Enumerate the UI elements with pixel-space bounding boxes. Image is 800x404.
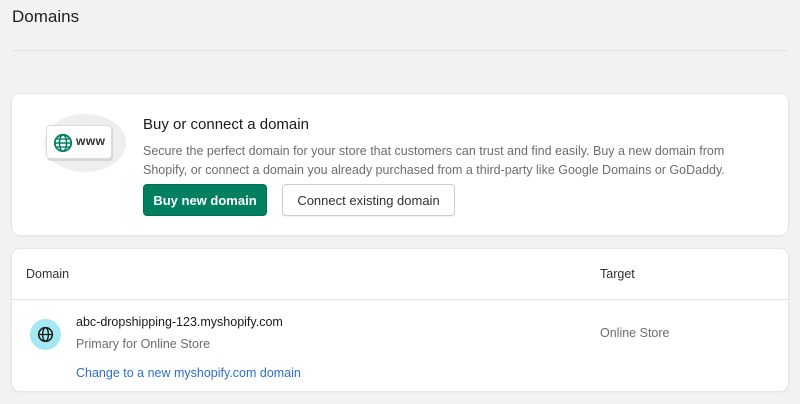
buy-new-domain-button[interactable]: Buy new domain [143, 184, 267, 216]
domain-illustration: www [44, 114, 126, 172]
globe-icon [37, 326, 54, 343]
table-header: Domain Target [12, 249, 788, 300]
domain-target: Online Store [600, 326, 670, 340]
connect-existing-domain-button[interactable]: Connect existing domain [282, 184, 455, 216]
buy-connect-domain-card: www Buy or connect a domain Secure the p… [12, 94, 788, 235]
www-label: www [76, 134, 106, 148]
page-title: Domains [12, 7, 80, 26]
www-badge: www [46, 125, 112, 159]
domains-table-card: Domain Target abc-dropshipping-123.mysho… [12, 249, 788, 391]
buy-card-title: Buy or connect a domain [143, 116, 309, 133]
change-myshopify-domain-link[interactable]: Change to a new myshopify.com domain [76, 366, 301, 380]
domain-name: abc-dropshipping-123.myshopify.com [76, 315, 283, 329]
domain-subtitle: Primary for Online Store [76, 337, 211, 351]
page-header: Domains [12, 0, 788, 51]
column-header-domain: Domain [26, 267, 70, 281]
column-header-target: Target [600, 267, 635, 281]
buy-card-description: Secure the perfect domain for your store… [143, 144, 725, 177]
domain-avatar [30, 319, 61, 350]
globe-icon [53, 133, 73, 153]
table-row: abc-dropshipping-123.myshopify.com Prima… [12, 300, 788, 391]
